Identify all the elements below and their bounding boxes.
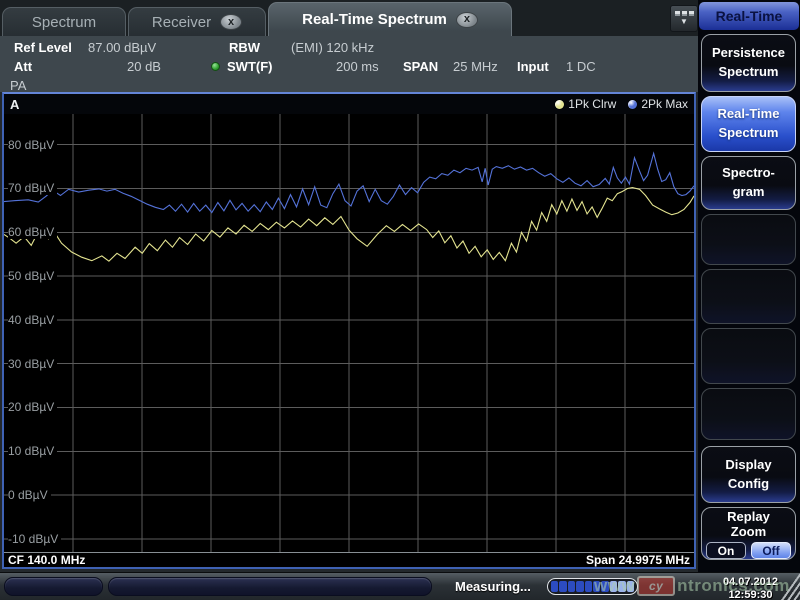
spectrum-plot-svg (4, 114, 694, 552)
close-icon[interactable]: x (220, 14, 242, 30)
tab-label: Spectrum (32, 14, 96, 31)
tab-label: Real-Time Spectrum (302, 11, 447, 28)
span-readout[interactable]: Span 24.9975 MHz (586, 553, 690, 567)
softkey-persistence-spectrum[interactable]: Persistence Spectrum (701, 34, 796, 92)
input-value[interactable]: 1 DC (566, 59, 596, 74)
softkey-spectrogram[interactable]: Spectro- gram (701, 156, 796, 210)
softkey-replay-zoom[interactable]: Replay Zoom On Off (701, 507, 796, 560)
y-axis-tick-label: -10 dBµV (8, 532, 61, 546)
softkey-real-time-spectrum[interactable]: Real-Time Spectrum (701, 96, 796, 152)
progress-segment (610, 581, 617, 592)
softkey-display-config[interactable]: Display Config (701, 446, 796, 503)
y-axis-tick-label: 60 dBµV (8, 225, 57, 239)
softkey-empty-1[interactable] (701, 214, 796, 265)
status-bar: Measuring... 04.07.2012 12:59:30 (0, 572, 800, 600)
status-field-2 (108, 577, 432, 596)
legend-item-2pk: 2Pk Max (628, 97, 688, 111)
progress-segment (627, 581, 634, 592)
swt-label: SWT(F) (227, 59, 272, 74)
window-title: A (10, 97, 19, 112)
softkey-empty-4[interactable] (701, 388, 796, 440)
trace2-label: 2Pk Max (641, 97, 688, 111)
rbw-value[interactable]: (EMI) 120 kHz (291, 40, 374, 55)
y-axis-tick-label: 0 dBµV (8, 488, 51, 502)
window-title-bar: A 1Pk Clrw 2Pk Max (4, 94, 694, 114)
y-axis-tick-label: 50 dBµV (8, 269, 57, 283)
att-label: Att (14, 59, 32, 74)
time-value: 12:59:30 (723, 589, 778, 600)
softkey-label: Real-Time (718, 105, 780, 124)
progress-segment (601, 581, 608, 592)
status-field-1 (4, 577, 103, 596)
resize-grip-icon[interactable] (778, 573, 800, 600)
measurement-progress-bar (547, 578, 638, 595)
windows-icon (675, 11, 694, 16)
softkey-label: Replay (727, 510, 770, 525)
sweep-led-icon (211, 62, 220, 71)
y-axis-tick-label: 80 dBµV (8, 138, 57, 152)
rbw-label: RBW (229, 40, 260, 55)
transducer-label: PA (10, 78, 26, 93)
swt-value[interactable]: 200 ms (336, 59, 379, 74)
spectrum-window: A 1Pk Clrw 2Pk Max 80 dBµV 70 dBµV 60 dBµV… (2, 92, 696, 569)
progress-segment (568, 581, 575, 592)
softkey-label: Spectrum (719, 63, 779, 82)
settings-header: Ref Level 87.00 dBµV RBW (EMI) 120 kHz A… (0, 36, 698, 92)
y-axis-tick-label: 70 dBµV (8, 181, 57, 195)
tab-receiver[interactable]: Receiver x (128, 7, 266, 36)
span-label: SPAN (403, 59, 438, 74)
trace1-label: 1Pk Clrw (568, 97, 616, 111)
trace1-marker-icon (555, 100, 564, 109)
replay-zoom-toggle: On Off (706, 542, 791, 559)
frequency-axis-bar: CF 140.0 MHz Span 24.9975 MHz (4, 552, 694, 567)
close-icon[interactable]: x (456, 12, 478, 28)
input-label: Input (517, 59, 549, 74)
y-axis-tick-label: 20 dBµV (8, 400, 57, 414)
softkey-label: Display (725, 456, 771, 475)
window-list-button[interactable]: ▼ (670, 5, 698, 32)
softkey-label: Spectrum (719, 124, 779, 143)
progress-segment (576, 581, 583, 592)
y-axis-tick-label: 40 dBµV (8, 313, 57, 327)
softkey-empty-3[interactable] (701, 328, 796, 384)
span-value[interactable]: 25 MHz (453, 59, 498, 74)
center-frequency-readout[interactable]: CF 140.0 MHz (8, 553, 85, 567)
softkey-menu-title: Real-Time (699, 2, 799, 30)
tab-label: Receiver (152, 14, 211, 31)
trace2-marker-icon (628, 100, 637, 109)
y-axis-tick-label: 10 dBµV (8, 444, 57, 458)
tab-real-time-spectrum[interactable]: Real-Time Spectrum x (268, 2, 512, 36)
tab-bar: Spectrum Receiver x Real-Time Spectrum x… (0, 0, 698, 36)
datetime-display: 04.07.2012 12:59:30 (723, 576, 778, 600)
progress-segment (618, 581, 625, 592)
progress-segment (559, 581, 566, 592)
replay-zoom-on-button[interactable]: On (706, 542, 746, 559)
measuring-status: Measuring... (455, 579, 531, 594)
ref-level-label: Ref Level (14, 40, 72, 55)
progress-segment (551, 581, 558, 592)
legend-item-1pk: 1Pk Clrw (555, 97, 616, 111)
progress-segment (585, 581, 592, 592)
y-axis-tick-label: 30 dBµV (8, 357, 57, 371)
trace-legend: 1Pk Clrw 2Pk Max (555, 97, 688, 111)
chevron-down-icon: ▼ (680, 18, 688, 26)
softkey-label: Zoom (731, 525, 766, 540)
att-value[interactable]: 20 dB (127, 59, 161, 74)
tab-spectrum[interactable]: Spectrum (2, 7, 126, 36)
progress-segment (593, 581, 600, 592)
softkey-label: gram (733, 183, 765, 202)
softkey-label: Persistence (712, 44, 785, 63)
softkey-label: Spectro- (722, 164, 775, 183)
softkey-sidebar: Real-Time Persistence Spectrum Real-Time… (698, 0, 800, 572)
softkey-empty-2[interactable] (701, 269, 796, 324)
softkey-label: Config (728, 475, 769, 494)
date-value: 04.07.2012 (723, 576, 778, 589)
replay-zoom-off-button[interactable]: Off (751, 542, 791, 559)
spectrum-plot: 80 dBµV 70 dBµV 60 dBµV 50 dBµV 40 dBµV 30 dB… (4, 114, 694, 552)
ref-level-value[interactable]: 87.00 dBµV (88, 40, 156, 55)
